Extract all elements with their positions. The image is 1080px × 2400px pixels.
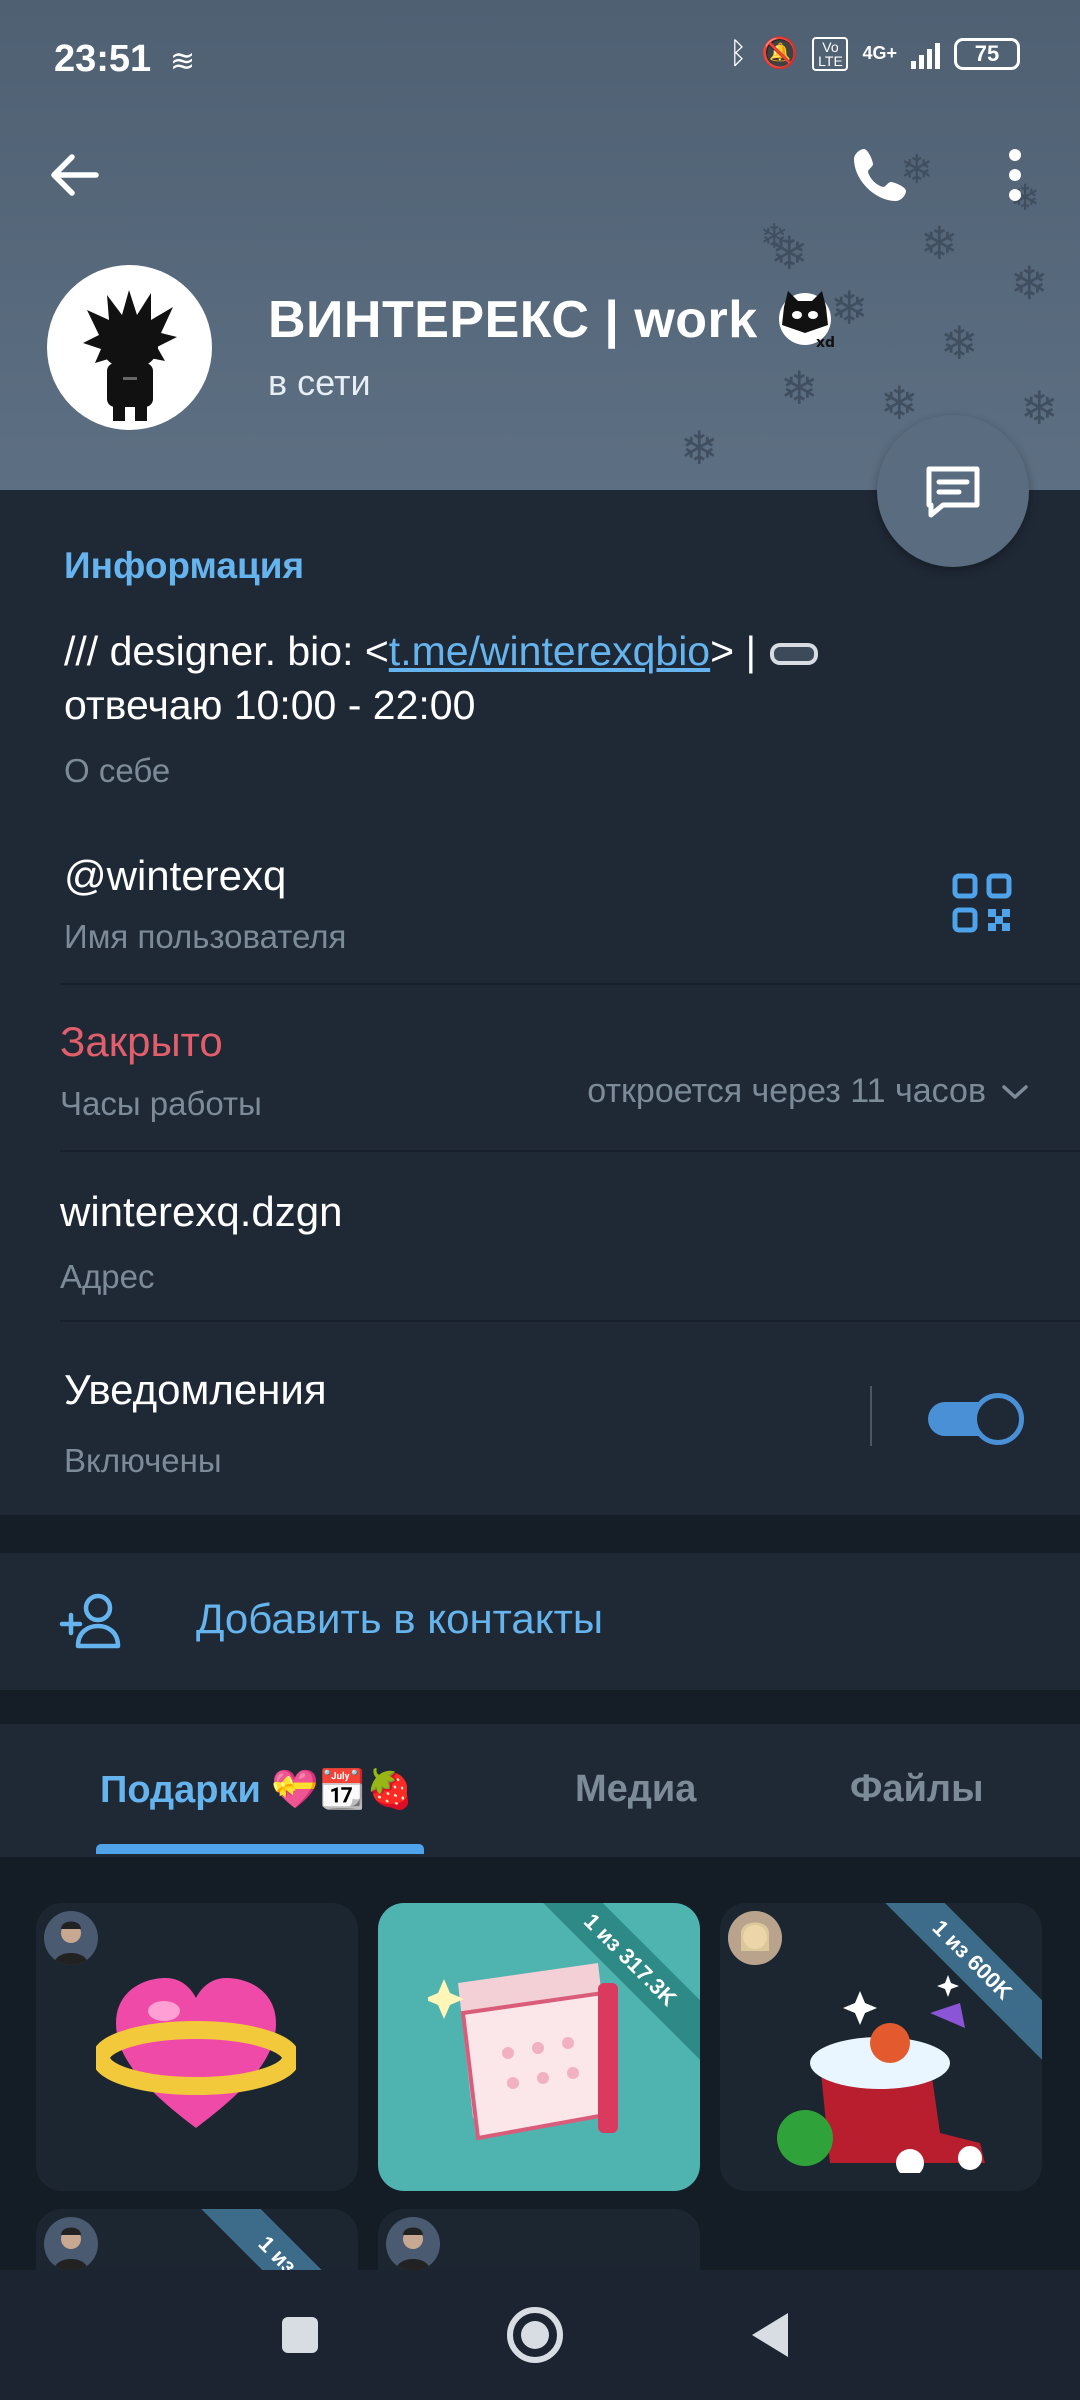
battery-icon: 75 xyxy=(954,37,1020,70)
sender-avatar xyxy=(44,2217,98,2270)
divider xyxy=(60,1150,1080,1152)
snowflake-decoration: ❄ xyxy=(760,218,789,256)
avatar-image xyxy=(54,1921,88,1965)
section-gap xyxy=(0,1690,1080,1724)
notifications-toggle[interactable] xyxy=(928,1390,1024,1446)
gift-card[interactable]: 1 из 600K xyxy=(720,1903,1042,2191)
hours-label: Часы работы xyxy=(60,1085,262,1122)
sender-avatar xyxy=(44,1911,98,1965)
triangle-back-icon xyxy=(752,2313,788,2357)
more-vertical-icon xyxy=(1009,149,1021,201)
snowflake-decoration: ❄ xyxy=(1010,257,1049,309)
notifications-state: Включены xyxy=(64,1442,222,1479)
gift-card[interactable] xyxy=(378,2209,700,2270)
status-time: 23:51 xyxy=(54,38,152,80)
bio-label: О себе xyxy=(64,752,171,789)
bio-line-2: отвечаю 10:00 - 22:00 xyxy=(64,682,476,728)
phone-icon xyxy=(854,149,906,201)
snowflake-decoration: ❄ xyxy=(920,217,959,269)
network-type: 4G+ xyxy=(862,43,897,63)
bio-suffix: > | xyxy=(710,628,768,674)
avatar-image xyxy=(54,2227,88,2270)
glasses-emoji-icon xyxy=(769,643,818,666)
home-button[interactable] xyxy=(495,2295,575,2375)
avatar[interactable] xyxy=(47,265,212,430)
snowflake-decoration: ❄ xyxy=(880,377,919,429)
username-label: Имя пользователя xyxy=(64,918,347,955)
cat-emoji-icon: xd xyxy=(778,291,835,351)
toggle-knob xyxy=(972,1393,1024,1445)
hours-expand[interactable]: откроется через 11 часов xyxy=(587,1072,1030,1111)
avatar-image xyxy=(728,1911,782,1965)
snowflake-decoration: ❄ xyxy=(780,362,819,414)
add-user-icon xyxy=(59,1593,121,1649)
mute-bell-icon: 🔕 xyxy=(761,37,799,70)
notifications-label[interactable]: Уведомления xyxy=(64,1366,327,1414)
status-icons: ᛒ 🔕 Vo LTE 4G+ 75 xyxy=(729,36,1020,71)
username-value[interactable]: @winterexq xyxy=(64,852,286,900)
hours-status[interactable]: Закрыто xyxy=(60,1018,223,1066)
bio-text[interactable]: /// designer. bio: <t.me/winterexqbio> |… xyxy=(64,624,964,732)
avatar-image xyxy=(396,2227,430,2270)
address-label: Адрес xyxy=(60,1258,155,1295)
hours-opens-text: откроется через 11 часов xyxy=(587,1072,986,1110)
divider xyxy=(60,983,1080,985)
qr-code-button[interactable] xyxy=(952,873,1012,933)
tab-media[interactable]: Медиа xyxy=(575,1768,696,1811)
bio-link[interactable]: t.me/winterexqbio xyxy=(389,628,710,674)
address-value[interactable]: winterexq.dzgn xyxy=(60,1188,343,1236)
gifts-grid: 1 из 317.3K 1 из 600K 1 из 60 xyxy=(0,1857,1080,2270)
call-button[interactable] xyxy=(840,135,920,215)
online-status: в сети xyxy=(268,362,371,403)
vertical-divider xyxy=(870,1386,872,1446)
section-gap xyxy=(0,1515,1080,1553)
profile-header: ❄ ❄ ❄ ❄ ❄ ❄ ❄ ❄ ❄ ❄ ❄ ❄ 23:51 ≋ ᛒ 🔕 Vo L… xyxy=(0,0,1080,490)
square-icon xyxy=(282,2317,318,2353)
back-button[interactable] xyxy=(40,135,120,215)
volte-icon: Vo LTE xyxy=(812,36,849,71)
circle-icon xyxy=(507,2307,563,2363)
snowflake-decoration: ❄ xyxy=(680,422,719,474)
divider xyxy=(60,1320,1080,1322)
status-bar: 23:51 ≋ ᛒ 🔕 Vo LTE 4G+ 75 xyxy=(0,0,1080,120)
more-menu-button[interactable] xyxy=(980,135,1050,215)
qr-code-icon xyxy=(952,873,1012,933)
tab-indicator xyxy=(96,1844,424,1854)
calendar-gift-icon xyxy=(428,1963,619,2141)
bluetooth-icon: ᛒ xyxy=(729,36,748,70)
profile-name-row: ВИНТЕРЕКС | work xd xyxy=(268,285,840,355)
heart-gift-icon xyxy=(96,1978,296,2128)
layers-icon: ≋ xyxy=(170,45,196,78)
avatar-image xyxy=(83,290,177,421)
tab-files[interactable]: Файлы xyxy=(850,1768,984,1811)
snowflake-decoration: ❄ xyxy=(940,317,979,369)
arrow-left-icon xyxy=(51,154,99,196)
gift-edition-ribbon: 1 из 60 xyxy=(181,2209,358,2270)
sender-avatar xyxy=(386,2217,440,2270)
info-title: Информация xyxy=(64,545,305,586)
santa-boot-gift-icon xyxy=(777,1975,985,2173)
chevron-down-icon xyxy=(1002,1084,1028,1099)
message-icon xyxy=(926,466,980,518)
add-contact-label: Добавить в контакты xyxy=(196,1595,604,1642)
svg-text:xd: xd xyxy=(816,335,835,351)
gift-card[interactable]: 1 из 317.3K xyxy=(378,1903,700,2191)
recent-apps-button[interactable] xyxy=(260,2295,340,2375)
snowflake-decoration: ❄ xyxy=(1020,382,1059,434)
bio-prefix: /// designer. bio: < xyxy=(64,628,389,674)
gift-card[interactable] xyxy=(36,1903,358,2191)
sender-avatar xyxy=(728,1911,782,1965)
gift-card[interactable]: 1 из 60 xyxy=(36,2209,358,2270)
profile-name: ВИНТЕРЕКС | work xyxy=(268,291,758,349)
message-fab[interactable] xyxy=(877,415,1029,567)
tab-gifts[interactable]: Подарки 💝📆🍓 xyxy=(100,1768,413,1812)
system-back-button[interactable] xyxy=(730,2295,810,2375)
signal-icon xyxy=(911,39,940,69)
